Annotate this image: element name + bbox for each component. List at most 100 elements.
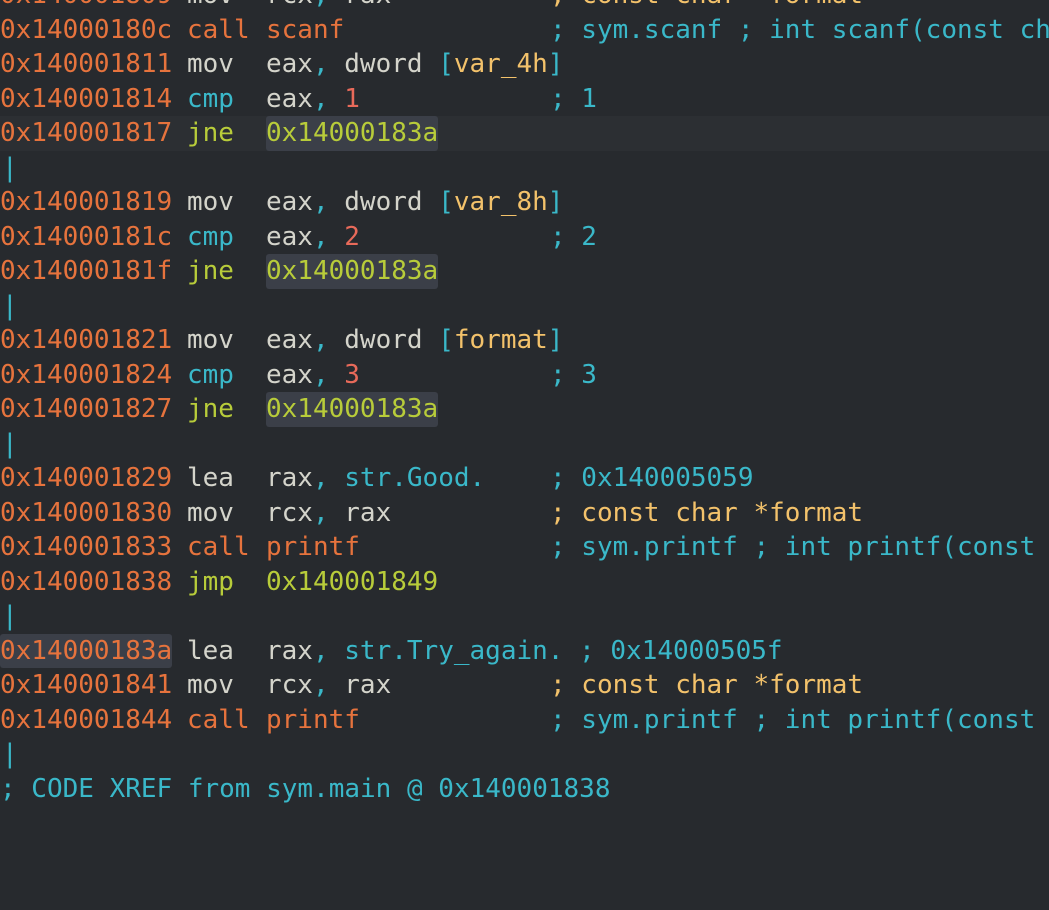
address[interactable]: 0x14000181c (0, 220, 172, 255)
register: eax (266, 49, 313, 79)
asm-line-0x14000181f[interactable]: 0x14000181f jne 0x14000183a (0, 254, 1049, 289)
address[interactable]: 0x140001811 (0, 47, 172, 82)
mnemonic: mov (187, 325, 234, 355)
mnemonic: mov (187, 497, 234, 528)
address[interactable]: 0x14000181f (0, 254, 172, 289)
mnemonic: cmp (187, 83, 234, 114)
flow-pipe: | (2, 290, 18, 321)
comment: ; sym.scanf ; int scanf(const ch (550, 14, 1049, 45)
asm-line-0x14000183a[interactable]: 0x14000183a lea rax, str.Try_again. ; 0x… (0, 633, 1049, 669)
variable[interactable]: format (454, 325, 548, 355)
address[interactable]: 0x140001809 (0, 0, 172, 13)
address[interactable]: 0x140001841 (0, 668, 172, 703)
variable[interactable]: var_8h (454, 187, 548, 217)
separator: , (312, 497, 329, 528)
asm-line-0x140001814[interactable]: 0x140001814 cmp eax, 1 ; 1 (0, 82, 1049, 117)
asm-line-0x140001838[interactable]: 0x140001838 jmp 0x140001849 (0, 565, 1049, 600)
address[interactable]: 0x140001819 (0, 185, 172, 220)
bracket: [ (438, 49, 454, 79)
operands: rcx, rax (266, 496, 391, 531)
jump-target[interactable]: 0x14000183a (266, 392, 439, 427)
flow-pipe: | (2, 428, 18, 459)
flow-line: | (0, 427, 1049, 462)
address[interactable]: 0x140001821 (0, 323, 172, 358)
asm-line-0x140001827[interactable]: 0x140001827 jne 0x14000183a (0, 392, 1049, 427)
register: eax (266, 187, 313, 217)
flow-line: | (0, 599, 1049, 634)
mnemonic: mov (187, 670, 234, 700)
address[interactable]: 0x14000183a (0, 633, 173, 668)
separator: , (312, 635, 329, 666)
asm-line-0x140001821[interactable]: 0x140001821 mov eax, dword [format] (0, 323, 1049, 358)
comment: ; const char *format (550, 670, 864, 700)
register: rax (344, 670, 392, 700)
jump-target[interactable]: 0x14000183a (266, 254, 439, 289)
function-symbol[interactable]: printf (266, 530, 360, 565)
operands: eax, dword [format] (266, 323, 563, 358)
jump-target[interactable]: 0x14000183a (266, 116, 439, 151)
asm-line-0x140001819[interactable]: 0x140001819 mov eax, dword [var_8h] (0, 185, 1049, 220)
mnemonic: mov (187, 187, 234, 217)
comment: ; 0x14000505f (579, 635, 783, 666)
operands: eax, 2 (266, 220, 360, 255)
jump-target[interactable]: 0x140001849 (266, 565, 438, 600)
register: rcx (266, 497, 313, 528)
mnemonic: cmp (187, 359, 234, 390)
asm-line-0x140001830[interactable]: 0x140001830 mov rcx, rax ; const char *f… (0, 496, 1049, 531)
asm-line-0x14000181c[interactable]: 0x14000181c cmp eax, 2 ; 2 (0, 220, 1049, 255)
address[interactable]: 0x140001830 (0, 496, 172, 531)
asm-line-0x140001833[interactable]: 0x140001833 call printf ; sym.printf ; i… (0, 530, 1049, 565)
address[interactable]: 0x14000180c (0, 13, 172, 48)
flow-line: | (0, 151, 1049, 186)
operands: eax, dword [var_4h] (266, 47, 563, 82)
immediate: 1 (344, 83, 360, 114)
asm-line-0x140001829[interactable]: 0x140001829 lea rax, str.Good. ; 0x14000… (0, 461, 1049, 496)
operands: rcx, rax (266, 668, 391, 703)
variable[interactable]: var_4h (454, 49, 548, 79)
register: rcx (266, 0, 313, 10)
mnemonic: mov (187, 49, 234, 79)
address[interactable]: 0x140001833 (0, 530, 172, 565)
address[interactable]: 0x140001838 (0, 565, 172, 600)
mnemonic: jne (187, 118, 234, 148)
mnemonic: jne (187, 256, 234, 286)
address[interactable]: 0x140001827 (0, 392, 172, 427)
bracket: ] (547, 325, 564, 355)
register: eax (266, 359, 313, 390)
operands: rax, str.Try_again. ; 0x14000505f (266, 634, 783, 669)
xref-comment[interactable]: ; CODE XREF from sym.main @ 0x140001838 (0, 772, 610, 807)
xref-line[interactable]: ; CODE XREF from sym.main @ 0x140001838 (0, 772, 1049, 807)
asm-line-0x140001809[interactable]: 0x140001809 mov rcx, rax ; const char *f… (0, 0, 1049, 13)
address[interactable]: 0x140001824 (0, 358, 172, 393)
immediate: 2 (344, 221, 360, 252)
address[interactable]: 0x140001844 (0, 703, 172, 738)
asm-line-0x140001817[interactable]: 0x140001817 jne 0x14000183a (0, 116, 1049, 151)
mnemonic: call (187, 704, 250, 735)
disassembly-listing: 0x140001809 mov rcx, rax ; const char *f… (0, 0, 1049, 806)
register: eax (266, 83, 313, 114)
asm-line-0x14000180c[interactable]: 0x14000180c call scanf ; sym.scanf ; int… (0, 13, 1049, 48)
flow-pipe: | (2, 601, 18, 631)
bracket: ] (547, 187, 564, 217)
separator: , (312, 49, 329, 79)
asm-line-0x140001841[interactable]: 0x140001841 mov rcx, rax ; const char *f… (0, 668, 1049, 703)
operands: eax, 3 (266, 358, 360, 393)
string-symbol[interactable]: str.Try_again. (344, 636, 563, 666)
asm-line-0x140001811[interactable]: 0x140001811 mov eax, dword [var_4h] (0, 47, 1049, 82)
asm-line-0x140001844[interactable]: 0x140001844 call printf ; sym.printf ; i… (0, 703, 1049, 738)
string-symbol[interactable]: str.Good. (344, 463, 485, 493)
bracket: [ (438, 325, 454, 355)
address[interactable]: 0x140001814 (0, 82, 172, 117)
function-symbol[interactable]: scanf (266, 13, 344, 48)
size-keyword: dword (344, 325, 423, 355)
address[interactable]: 0x140001829 (0, 461, 172, 496)
flow-pipe: | (2, 739, 18, 769)
asm-line-0x140001824[interactable]: 0x140001824 cmp eax, 3 ; 3 (0, 358, 1049, 393)
mnemonic: cmp (187, 221, 234, 252)
mnemonic: call (187, 532, 250, 562)
address[interactable]: 0x140001817 (0, 116, 172, 151)
bracket: ] (547, 49, 564, 79)
operands: rax, str.Good. (266, 461, 485, 496)
separator: , (312, 359, 329, 390)
function-symbol[interactable]: printf (266, 703, 360, 738)
